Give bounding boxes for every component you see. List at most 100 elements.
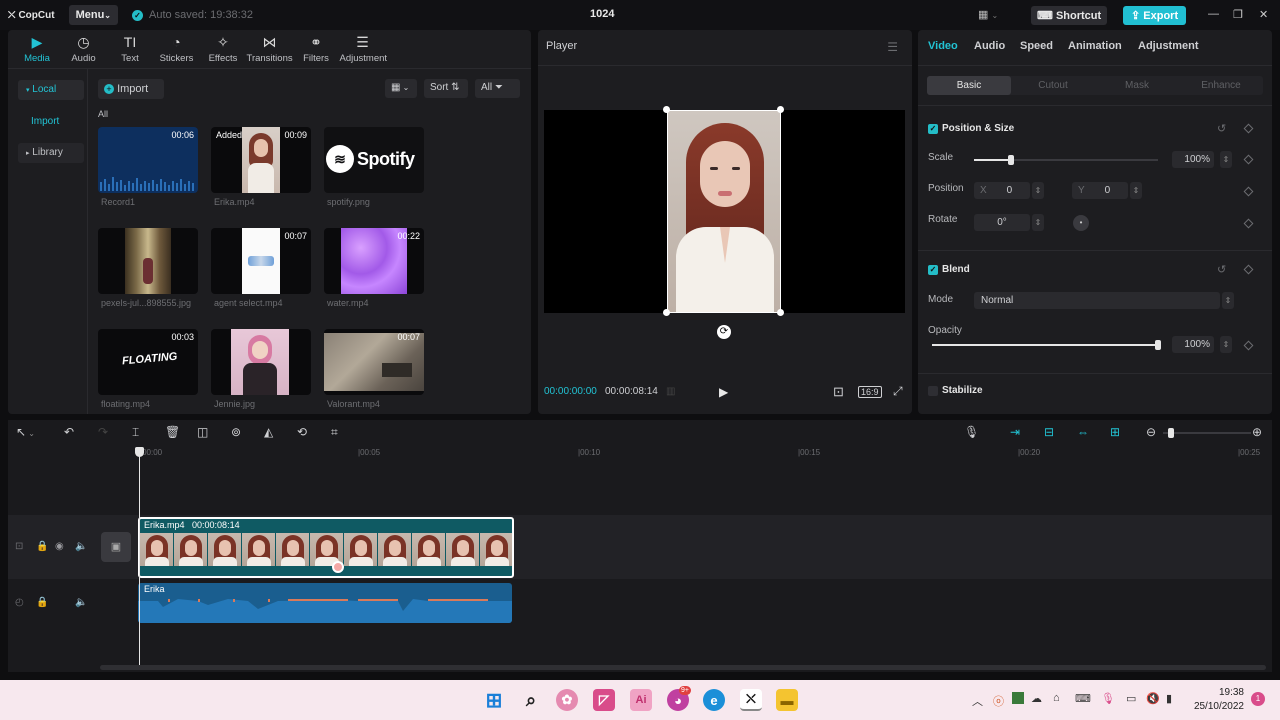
zoom-out-icon[interactable]: ⊖ — [1146, 425, 1156, 439]
sidebar-item-local[interactable]: ▾ Local — [18, 80, 84, 100]
tab-audio[interactable]: Audio — [974, 40, 1005, 52]
subtab-basic[interactable]: Basic — [927, 76, 1011, 95]
keyframe-icon[interactable] — [1243, 264, 1254, 275]
mode-select[interactable]: Normal — [974, 292, 1220, 309]
fullscreen-icon[interactable]: ⤢ — [893, 384, 903, 399]
media-item[interactable]: 00:06 — [98, 127, 198, 193]
rotate-icon[interactable]: ⟲ — [297, 425, 307, 439]
blend-header[interactable]: ✓ Blend — [928, 264, 970, 275]
tab-animation[interactable]: Animation — [1068, 40, 1122, 52]
microphone-icon[interactable]: 🎙 — [964, 425, 979, 439]
windows-start-icon[interactable]: ⊞ — [483, 689, 505, 712]
chevron-up-icon[interactable]: ︿ — [972, 693, 983, 709]
resize-handle[interactable] — [663, 106, 670, 113]
sidebar-item-library[interactable]: ▸ Library — [18, 143, 84, 163]
stepper-icon[interactable]: ⇕ — [1130, 182, 1142, 199]
select-tool-icon[interactable]: ↖ ⌄ — [16, 425, 35, 439]
tab-speed[interactable]: Speed — [1020, 40, 1053, 52]
audio-clip[interactable]: Erika — [138, 583, 512, 623]
photos-app-icon[interactable]: ✿ — [556, 689, 578, 711]
stepper-icon[interactable]: ⇕ — [1222, 292, 1234, 309]
reset-icon[interactable]: ↺ — [1217, 263, 1226, 276]
rotate-handle-icon[interactable]: ⟳ — [717, 325, 731, 339]
media-item[interactable] — [98, 228, 198, 294]
menu-button[interactable]: Menu⌄ — [68, 5, 118, 25]
screenshot-icon[interactable]: ⊡ — [833, 384, 844, 400]
edge-browser-icon[interactable]: e — [703, 689, 725, 711]
ratio-button[interactable]: 16:9 — [858, 386, 882, 398]
display-icon[interactable]: ▭ — [1126, 692, 1136, 705]
stabilize-header[interactable]: Stabilize — [928, 385, 983, 396]
playhead[interactable] — [139, 448, 140, 666]
scale-value-field[interactable]: 100% — [1172, 151, 1214, 168]
capcut-icon[interactable]: ⛌ — [740, 689, 762, 711]
timeline-scrollbar[interactable] — [100, 665, 1266, 670]
minimize-icon[interactable]: — — [1208, 8, 1219, 20]
lock-icon[interactable]: 🔒 — [36, 597, 48, 608]
nvidia-icon[interactable] — [1012, 692, 1024, 704]
clipchamp-icon[interactable]: ◸ — [593, 689, 615, 711]
keyframe-icon[interactable] — [1243, 154, 1254, 165]
media-item[interactable]: 00:22 — [324, 228, 424, 294]
file-explorer-icon[interactable]: ▬ — [776, 689, 798, 711]
rotate-dial-icon[interactable]: • — [1073, 215, 1089, 231]
stepper-icon[interactable]: ⇕ — [1032, 182, 1044, 199]
tab-text[interactable]: TI Text — [107, 33, 153, 64]
split-icon[interactable]: ⌶ — [132, 425, 139, 440]
video-frame[interactable] — [667, 110, 781, 313]
opacity-slider-handle[interactable] — [1155, 340, 1161, 350]
media-item[interactable] — [211, 329, 311, 395]
clock-date[interactable]: 25/10/2022 — [1184, 701, 1244, 712]
tab-audio[interactable]: ◷ Audio — [61, 33, 107, 64]
reset-icon[interactable]: ↺ — [1217, 122, 1226, 135]
media-item[interactable]: 00:07 — [211, 228, 311, 294]
rotate-field[interactable]: 0° — [974, 214, 1030, 231]
x-field[interactable]: X0 — [974, 182, 1030, 199]
tab-media[interactable]: ▶ Media — [14, 33, 60, 64]
view-toggle-button[interactable]: ▦ ⌄ — [385, 79, 417, 98]
preview-axis-icon[interactable]: ⊞ — [1110, 425, 1120, 439]
opacity-value-field[interactable]: 100% — [1172, 336, 1214, 353]
stepper-icon[interactable]: ⇕ — [1220, 336, 1232, 353]
video-clip[interactable]: Erika.mp4 00:00:08:14 — [138, 517, 514, 578]
scale-slider-handle[interactable] — [1007, 155, 1014, 165]
search-icon[interactable]: ⌕ — [520, 689, 542, 711]
network-icon[interactable]: ⌂ — [1053, 692, 1060, 704]
speaker-icon[interactable]: 🔈 — [75, 541, 87, 552]
tab-adjustment[interactable]: Adjustment — [1138, 40, 1199, 52]
speaker-icon[interactable]: 🔈 — [75, 597, 87, 608]
resize-handle[interactable] — [777, 309, 784, 316]
main-track-magnet-icon[interactable]: ⇥ — [1010, 425, 1020, 439]
subtab-cutout[interactable]: Cutout — [1011, 76, 1095, 95]
sort-button[interactable]: Sort ⇅ — [424, 79, 468, 98]
stepper-icon[interactable]: ⇕ — [1220, 151, 1232, 168]
auto-snap-icon[interactable]: ⊟ — [1044, 425, 1054, 439]
notification-count[interactable]: 1 — [1251, 692, 1265, 706]
linkage-icon[interactable]: ⇔ — [1077, 425, 1089, 439]
freeze-icon[interactable]: ◫ — [197, 425, 208, 439]
reverse-icon[interactable]: ⊚ — [231, 425, 241, 439]
undo-icon[interactable]: ↶ — [64, 425, 74, 439]
cover-image-icon[interactable]: ▣ — [101, 532, 131, 562]
position-size-header[interactable]: ✓ Position & Size — [928, 123, 1014, 134]
tray-app-icon[interactable]: ⓞ — [993, 693, 1004, 709]
media-item[interactable]: ≋ Spotify — [324, 127, 424, 193]
zoom-slider-handle[interactable] — [1168, 428, 1174, 438]
illustrator-icon[interactable]: Ai — [630, 689, 652, 711]
media-item[interactable]: 00:07 — [324, 329, 424, 395]
tab-stickers[interactable]: ◔ Stickers — [154, 33, 200, 64]
stepper-icon[interactable]: ⇕ — [1032, 214, 1044, 231]
tab-transitions[interactable]: ⋈ Transitions — [247, 33, 293, 64]
keyframe-icon[interactable] — [1243, 218, 1254, 229]
close-icon[interactable]: ✕ — [1259, 8, 1268, 21]
keyframe-marker-icon[interactable] — [332, 561, 344, 573]
subtab-enhance[interactable]: Enhance — [1179, 76, 1263, 95]
tab-adjustment[interactable]: ☰ Adjustment — [340, 33, 388, 64]
zoom-slider-track[interactable] — [1163, 432, 1251, 434]
track-cover-icon[interactable]: ⊡ — [15, 541, 23, 552]
clock-time[interactable]: 19:38 — [1194, 687, 1244, 698]
battery-icon[interactable]: ▮ — [1166, 692, 1172, 705]
keyframe-icon[interactable] — [1243, 123, 1254, 134]
sidebar-item-import[interactable]: Import — [18, 112, 84, 132]
shortcut-button[interactable]: ⌨ Shortcut — [1031, 6, 1108, 25]
